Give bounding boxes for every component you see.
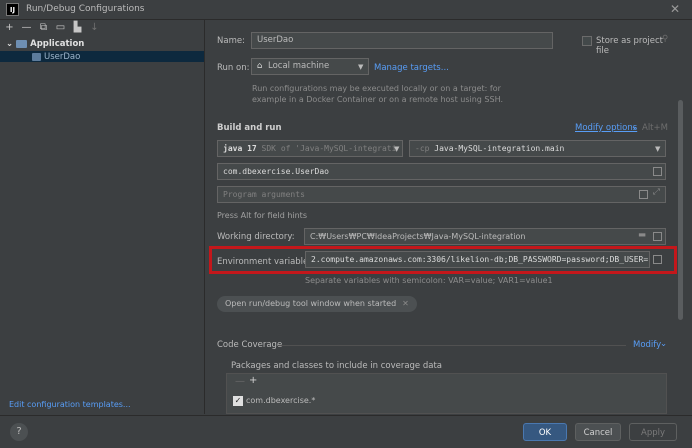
coverage-modify-link[interactable]: Modify [633, 340, 661, 350]
intellij-app-icon: IJ [6, 3, 19, 16]
chevron-down-icon: ⌄ [631, 122, 639, 132]
run-on-label: Run on: [217, 63, 250, 73]
expand-icon[interactable]: ⤢ [653, 187, 660, 197]
divider [278, 345, 626, 346]
store-project-checkbox[interactable] [582, 36, 592, 46]
add-pattern-icon[interactable]: + [249, 375, 257, 386]
working-directory-field[interactable]: C:₩Users₩PC₩IdeaProjects₩Java-MySQL-inte… [304, 228, 666, 245]
configurations-sidebar: + — ⧉ ▭ ▙ ↓ ⌄ Application UserDao Edit c… [0, 20, 205, 414]
edit-env-icon[interactable] [653, 255, 662, 264]
chevron-down-icon: ▼ [655, 145, 661, 153]
build-and-run-title: Build and run [217, 123, 282, 133]
form-scrollbar[interactable] [678, 100, 683, 320]
jre-dropdown[interactable]: java 17 SDK of 'Java-MySQL-integrati [217, 140, 403, 157]
working-directory-label: Working directory: [217, 232, 295, 242]
application-folder-icon [16, 40, 28, 48]
edit-templates-link[interactable]: Edit configuration templates... [9, 400, 131, 409]
environment-variables-field[interactable]: 2.compute.amazonaws.com:3306/likelion-db… [305, 251, 650, 268]
dialog-button-bar: ? OK Cancel Apply [0, 415, 692, 448]
chevron-down-icon: ▼ [358, 63, 364, 71]
code-coverage-label: Code Coverage [217, 340, 283, 350]
classpath-module-dropdown[interactable]: -cp Java-MySQL-integration.main [409, 140, 666, 157]
expand-field-icon[interactable] [639, 190, 648, 199]
sdk-description: SDK of 'Java-MySQL-integrati [261, 144, 397, 153]
cp-value: Java-MySQL-integration.main [434, 144, 565, 153]
search-icon[interactable]: ⚲ [662, 34, 668, 44]
close-chip-icon[interactable]: ✕ [402, 296, 409, 312]
coverage-item-checkbox[interactable]: ✓ [233, 396, 243, 406]
remove-icon[interactable]: — [235, 376, 245, 387]
cancel-button[interactable]: Cancel [575, 423, 621, 441]
ok-button[interactable]: OK [523, 423, 567, 441]
home-icon: ⌂ [257, 61, 263, 71]
apply-button[interactable]: Apply [629, 423, 677, 441]
help-button[interactable]: ? [10, 423, 28, 441]
modify-shortcut: Alt+M [642, 123, 668, 133]
add-icon[interactable]: + [4, 22, 15, 34]
alt-hint: Press Alt for field hints [217, 211, 307, 220]
macro-icon[interactable] [653, 232, 662, 241]
save-icon[interactable]: ▭ [55, 22, 66, 34]
close-icon[interactable]: ✕ [670, 2, 680, 16]
remove-icon[interactable]: — [21, 22, 32, 34]
chevron-down-icon: ⌄ [6, 39, 14, 49]
open-tool-window-chip[interactable]: Open run/debug tool window when started … [217, 296, 417, 312]
window-title: Run/Debug Configurations [26, 4, 145, 14]
coverage-item-label: com.dbexercise.* [246, 396, 316, 405]
cp-flag: -cp [415, 144, 430, 153]
sort-icon[interactable]: ↓ [89, 22, 100, 34]
name-field[interactable]: UserDao [251, 32, 553, 49]
browse-icon[interactable] [653, 167, 662, 176]
program-arguments-field[interactable]: Program arguments [217, 186, 666, 203]
coverage-list: — + ✓ com.dbexercise.* [226, 373, 667, 414]
move-into-folder-icon[interactable]: ▙ [72, 22, 83, 34]
env-hint: Separate variables with semicolon: VAR=v… [305, 276, 553, 285]
tree-item-label: UserDao [44, 51, 81, 62]
sdk-java-version: java 17 [223, 144, 257, 153]
run-on-dropdown[interactable]: Local machine [251, 58, 369, 75]
copy-icon[interactable]: ⧉ [38, 22, 49, 34]
chevron-down-icon: ▼ [394, 145, 400, 153]
tree-group-label: Application [30, 39, 85, 49]
run-on-description-2: example in a Docker Container or on a re… [252, 95, 503, 104]
packages-label: Packages and classes to include in cover… [231, 361, 443, 371]
manage-targets-link[interactable]: Manage targets... [374, 63, 449, 73]
configuration-form: Name: UserDao Store as project file ⚲ Ru… [206, 20, 676, 414]
run-on-description-1: Run configurations may be executed local… [252, 84, 501, 93]
open-tool-window-label: Open run/debug tool window when started [225, 299, 397, 308]
modify-options-link[interactable]: Modify options [575, 123, 637, 133]
tree-item-application[interactable]: ⌄ Application [6, 38, 84, 50]
tree-item-userdao[interactable]: UserDao [0, 51, 204, 62]
chevron-down-icon: ⌄ [660, 339, 668, 349]
title-bar: IJ Run/Debug Configurations ✕ [0, 0, 692, 20]
name-label: Name: [217, 36, 245, 46]
environment-variables-label: Environment variables: [217, 257, 316, 267]
folder-icon[interactable]: ▬ [638, 230, 646, 240]
sidebar-toolbar: + — ⧉ ▭ ▙ ↓ [4, 22, 100, 36]
main-class-field[interactable]: com.dbexercise.UserDao [217, 163, 666, 180]
run-config-icon [32, 52, 41, 61]
